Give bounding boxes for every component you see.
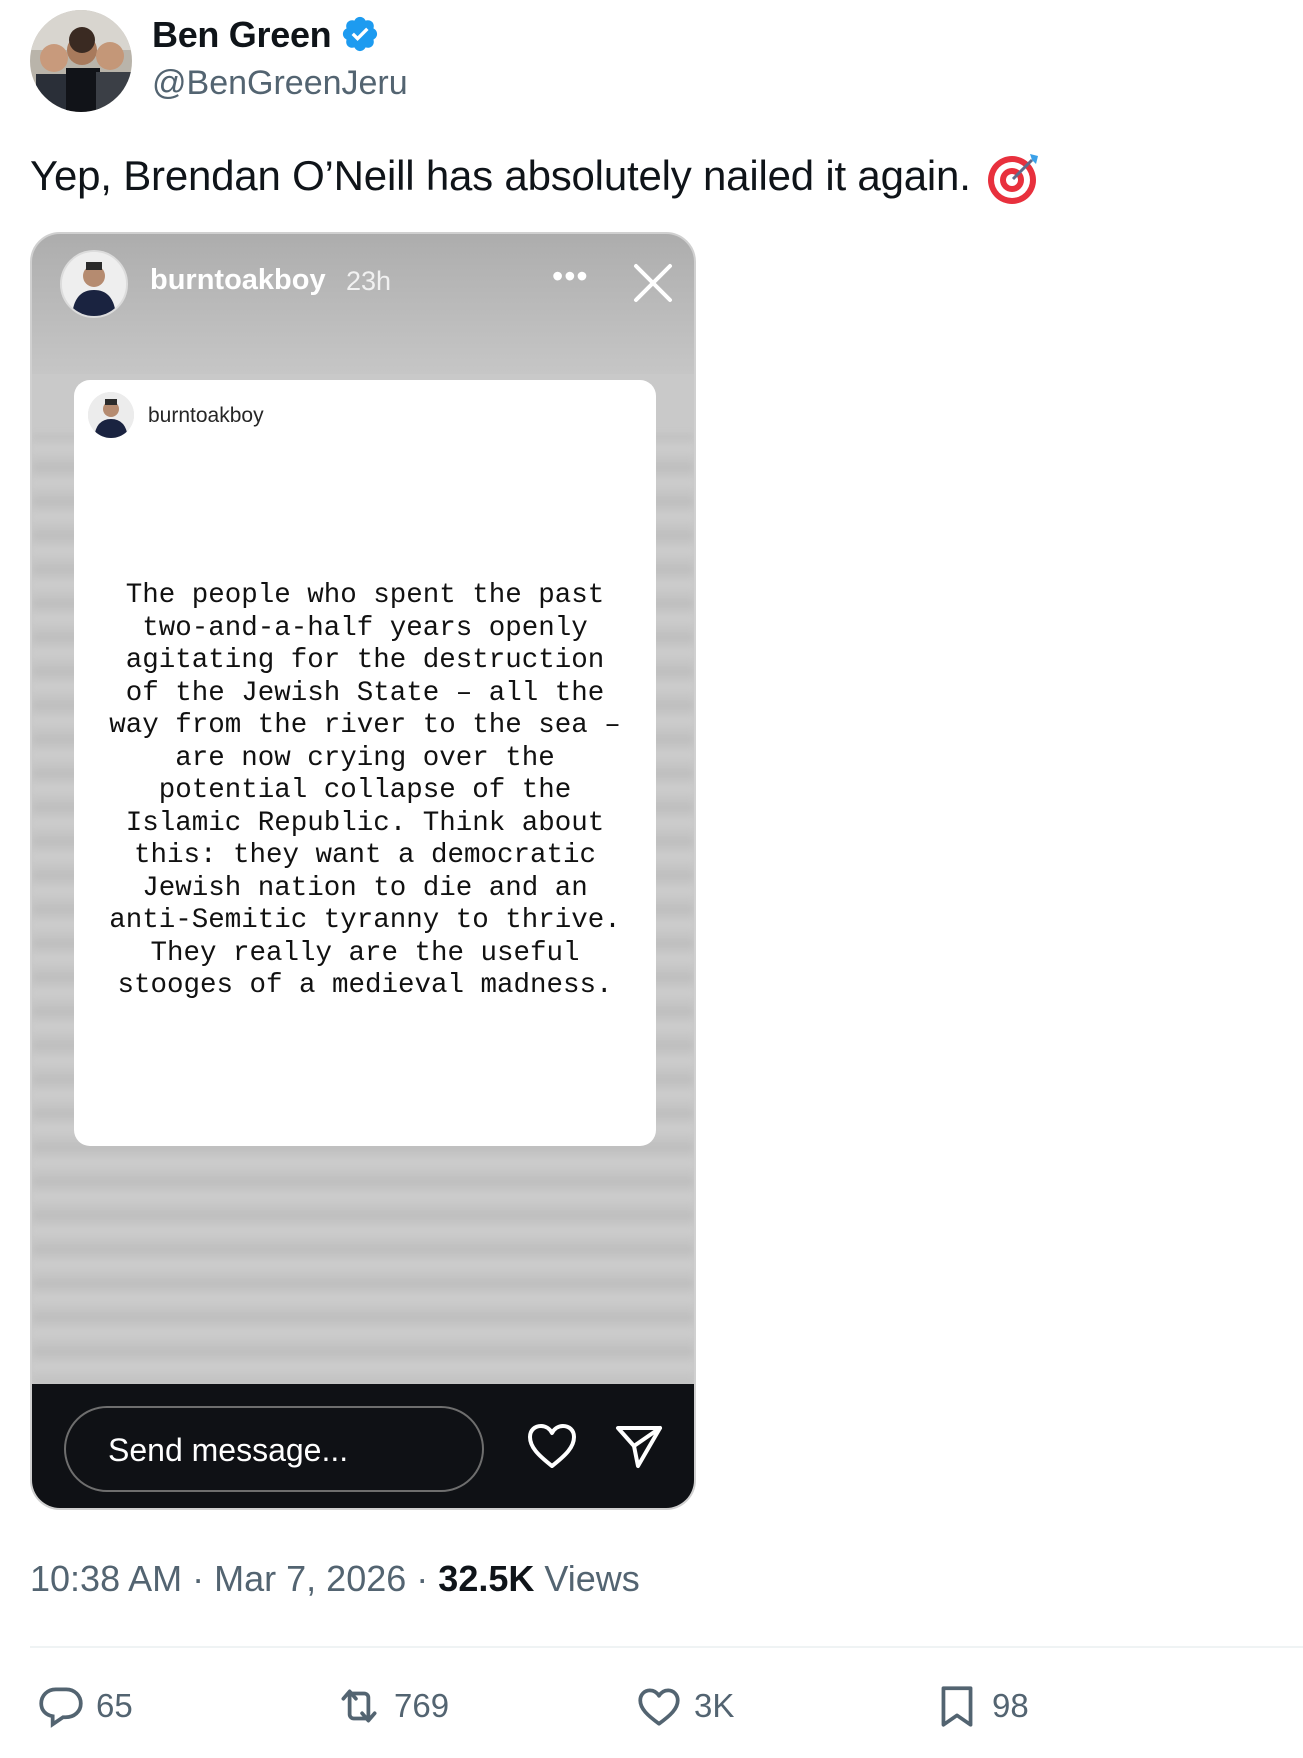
bookmark-count: 98 <box>992 1687 1029 1724</box>
card-quote-text: The people who spent the past two-and-a-… <box>109 580 621 1001</box>
views-count: 32.5K <box>438 1558 535 1599</box>
card-username: burntoakboy <box>148 404 264 427</box>
verified-badge-icon <box>342 16 378 52</box>
story-reply-bar: Send message... <box>32 1384 694 1508</box>
quote-card: burntoakboy The people who spent the pas… <box>74 380 656 1146</box>
story-image[interactable]: burntoakboy 23h ••• burntoakboy The peop… <box>30 232 696 1510</box>
tweet-text: Yep, Brendan O’Neill has absolutely nail… <box>30 152 971 199</box>
tweet-meta: 10:38 AM · Mar 7, 2026 · 32.5K Views <box>30 1558 640 1600</box>
like-count: 3K <box>694 1687 735 1724</box>
meta-separator: · <box>416 1558 429 1599</box>
heart-outline-icon[interactable] <box>526 1422 578 1470</box>
author-name[interactable]: Ben Green <box>152 14 332 56</box>
tweet-date[interactable]: Mar 7, 2026 <box>214 1558 406 1599</box>
bookmark-button[interactable]: 98 <box>932 1678 1029 1734</box>
card-avatar <box>88 392 134 438</box>
like-button[interactable]: 3K <box>634 1678 734 1734</box>
reply-count: 65 <box>96 1687 133 1724</box>
tweet-time[interactable]: 10:38 AM <box>30 1558 182 1599</box>
paper-plane-icon[interactable] <box>614 1422 664 1470</box>
reply-icon <box>39 1687 83 1728</box>
story-avatar[interactable] <box>60 250 128 318</box>
story-username[interactable]: burntoakboy <box>150 264 326 297</box>
story-timestamp: 23h <box>346 266 392 296</box>
repost-icon <box>341 1689 377 1723</box>
repost-button[interactable]: 769 <box>334 1678 449 1734</box>
direct-hit-target-icon <box>988 154 1038 204</box>
repost-count: 769 <box>394 1687 450 1724</box>
bookmark-icon <box>941 1686 973 1727</box>
story-header-bg <box>32 234 694 374</box>
send-message-placeholder: Send message... <box>108 1432 349 1468</box>
close-icon[interactable] <box>630 260 676 306</box>
divider <box>30 1646 1303 1648</box>
reply-button[interactable]: 65 <box>36 1678 133 1734</box>
like-heart-icon <box>638 1688 680 1726</box>
author-handle[interactable]: @BenGreenJeru <box>152 64 408 103</box>
views-label: Views <box>544 1558 640 1599</box>
send-message-input[interactable]: Send message... <box>64 1406 484 1492</box>
author-avatar[interactable] <box>30 10 132 112</box>
meta-separator: · <box>192 1558 205 1599</box>
more-options-icon[interactable]: ••• <box>552 258 589 295</box>
